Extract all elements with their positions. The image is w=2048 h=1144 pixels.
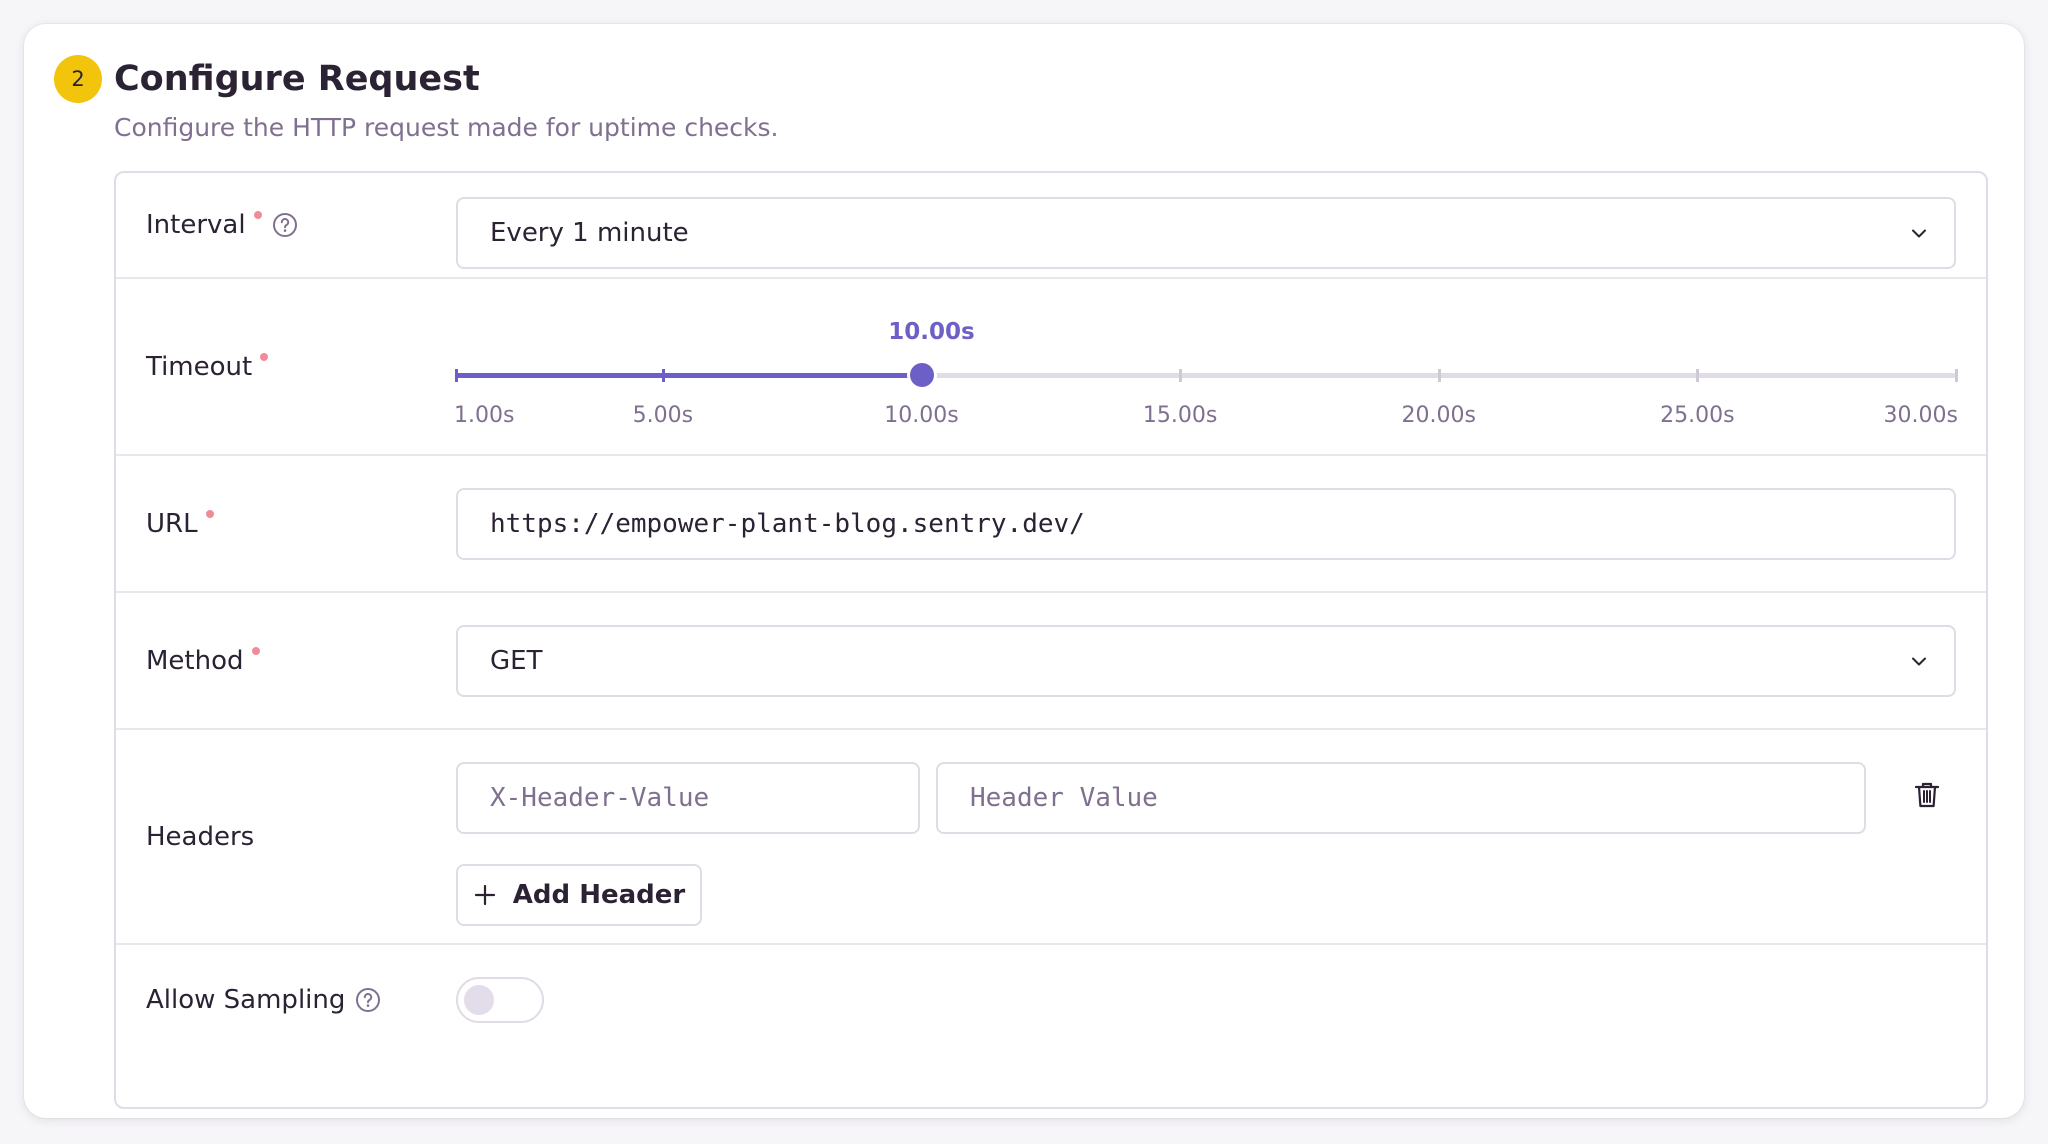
allow-sampling-toggle[interactable] bbox=[456, 977, 544, 1023]
slider-tick bbox=[1437, 369, 1441, 382]
slider-tick-label: 5.00s bbox=[632, 403, 694, 428]
chevron-down-icon bbox=[1912, 657, 1926, 666]
slider-tick-label: 30.00s bbox=[1883, 403, 1958, 428]
slider-tick bbox=[1179, 369, 1183, 382]
question-circle-icon[interactable] bbox=[272, 212, 298, 238]
method-selected-value: GET bbox=[490, 646, 543, 676]
add-header-label: Add Header bbox=[512, 880, 686, 910]
url-input[interactable]: https://empower-plant-blog.sentry.dev/ bbox=[456, 488, 1956, 560]
allow-sampling-label-text: Allow Sampling bbox=[146, 985, 346, 1015]
configure-request-card: 2 Configure Request Configure the HTTP r… bbox=[24, 24, 2024, 1118]
method-row: Method GET bbox=[116, 593, 1986, 730]
plus-icon bbox=[474, 884, 495, 906]
slider-tick-label: 1.00s bbox=[454, 403, 515, 428]
timeout-label-text: Timeout bbox=[146, 351, 253, 382]
trash-icon[interactable] bbox=[1912, 780, 1942, 810]
section-title: Configure Request bbox=[114, 59, 480, 99]
interval-select[interactable]: Every 1 minute bbox=[456, 197, 1956, 269]
required-indicator bbox=[260, 352, 269, 361]
add-header-button[interactable]: Add Header bbox=[456, 864, 702, 926]
url-label-text: URL bbox=[146, 508, 198, 539]
interval-row: Interval Every 1 minute bbox=[116, 173, 1986, 279]
allow-sampling-label: Allow Sampling bbox=[146, 945, 381, 1055]
section-description: Configure the HTTP request made for upti… bbox=[114, 113, 779, 142]
interval-label-text: Interval bbox=[146, 210, 246, 240]
header-value-input[interactable]: Header Value bbox=[936, 762, 1866, 834]
url-row: URL https://empower-plant-blog.sentry.de… bbox=[116, 456, 1986, 593]
allow-sampling-row: Allow Sampling bbox=[116, 945, 1986, 1107]
toggle-knob bbox=[464, 985, 494, 1015]
header-value-placeholder: Header Value bbox=[970, 783, 1158, 813]
timeout-label: Timeout bbox=[146, 279, 269, 454]
slider-tick bbox=[455, 369, 458, 382]
question-circle-icon[interactable] bbox=[355, 987, 381, 1013]
slider-tick bbox=[661, 369, 665, 382]
headers-row: Headers X-Header-Value Header Value Add … bbox=[116, 730, 1986, 945]
header-name-input[interactable]: X-Header-Value bbox=[456, 762, 920, 834]
slider-tick-label: 15.00s bbox=[1142, 403, 1218, 428]
slider-tick-label: 25.00s bbox=[1660, 403, 1735, 428]
slider-tick bbox=[1696, 369, 1700, 382]
interval-selected-value: Every 1 minute bbox=[490, 218, 689, 248]
timeout-slider[interactable]: 10.00s 1.00s 5.00s 10.00s 15.00s 20.00s 25.00… bbox=[454, 319, 1958, 439]
slider-fill bbox=[456, 373, 922, 378]
slider-tick-label: 20.00s bbox=[1401, 403, 1476, 428]
url-input-value: https://empower-plant-blog.sentry.dev/ bbox=[490, 509, 1085, 539]
slider-tick-label: 10.00s bbox=[884, 403, 959, 428]
required-indicator bbox=[253, 211, 262, 219]
interval-label: Interval bbox=[146, 173, 298, 277]
url-label: URL bbox=[146, 456, 214, 591]
headers-label: Headers bbox=[146, 821, 255, 852]
step-number-badge: 2 bbox=[54, 55, 102, 103]
timeout-row: Timeout 10.00s 1.00s 5.00s 10.00s 15.00s 20.… bbox=[116, 279, 1986, 456]
header-name-placeholder: X-Header-Value bbox=[490, 783, 710, 813]
slider-tick bbox=[1955, 369, 1958, 382]
chevron-down-icon bbox=[1912, 229, 1926, 238]
required-indicator bbox=[205, 509, 214, 518]
required-indicator bbox=[251, 646, 260, 655]
method-label: Method bbox=[146, 593, 260, 728]
slider-current-value: 10.00s bbox=[888, 319, 975, 345]
request-form-panel: Interval Every 1 minute Timeout 10.00s 1… bbox=[114, 171, 1988, 1109]
method-label-text: Method bbox=[146, 645, 244, 676]
method-select[interactable]: GET bbox=[456, 625, 1956, 697]
slider-tick bbox=[920, 369, 924, 382]
